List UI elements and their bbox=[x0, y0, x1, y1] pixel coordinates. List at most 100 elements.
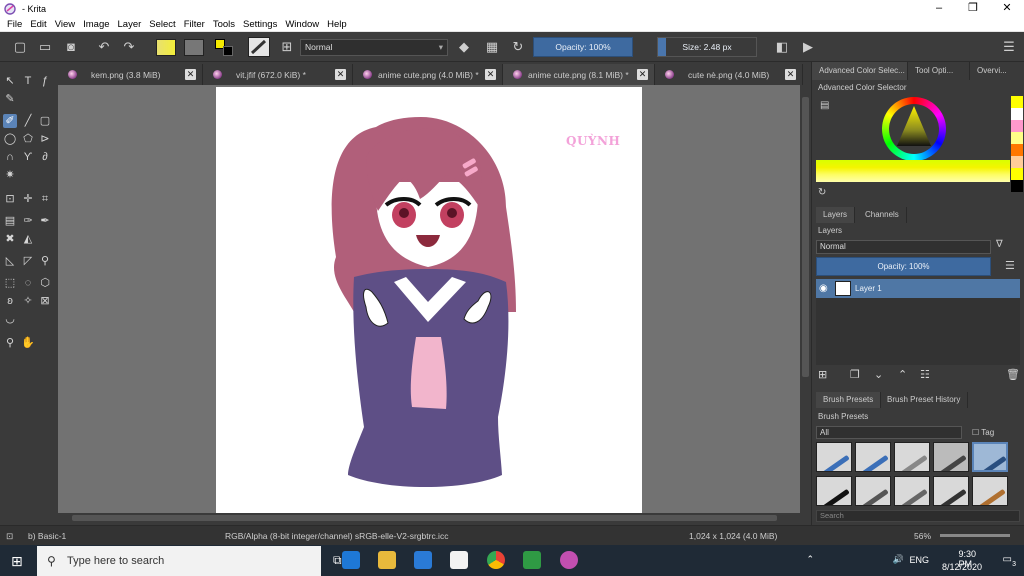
menu-file[interactable]: File bbox=[7, 19, 22, 30]
brush-search-input[interactable]: Search bbox=[816, 510, 1020, 522]
palette-swatch[interactable] bbox=[1011, 108, 1023, 120]
undo-icon[interactable]: ↶ bbox=[96, 39, 112, 55]
brush-settings-icon[interactable]: ⊞ bbox=[279, 39, 295, 55]
brush-preset-button[interactable] bbox=[248, 37, 270, 57]
layer-properties-icon[interactable]: ☷ bbox=[920, 368, 930, 381]
app-icon[interactable] bbox=[523, 551, 541, 569]
brush-preset[interactable] bbox=[933, 476, 969, 506]
layer-row[interactable]: ◉ Layer 1 bbox=[816, 279, 1020, 298]
bezier-selection-icon[interactable]: ◡ bbox=[3, 312, 17, 326]
color-picker-tool-icon[interactable]: ✑ bbox=[21, 214, 35, 228]
color-shade-strip[interactable] bbox=[816, 160, 1010, 182]
tag-button[interactable]: ☐ Tag bbox=[972, 428, 994, 437]
save-icon[interactable]: ◙ bbox=[63, 39, 79, 55]
multibrush-tool-icon[interactable]: ✷ bbox=[3, 168, 17, 182]
menu-help[interactable]: Help bbox=[327, 19, 347, 30]
current-brush[interactable]: b) Basic-1 bbox=[28, 531, 66, 541]
tab-brush-presets[interactable]: Brush Presets bbox=[816, 392, 882, 408]
freehand-brush-tool-icon[interactable]: ✐ bbox=[3, 114, 17, 128]
menu-edit[interactable]: Edit bbox=[30, 19, 46, 30]
open-folder-icon[interactable]: ▭ bbox=[37, 39, 53, 55]
mail-icon[interactable] bbox=[414, 551, 432, 569]
palette-swatch[interactable] bbox=[1011, 180, 1023, 192]
duplicate-layer-icon[interactable]: ❐ bbox=[850, 368, 860, 381]
gradient-tool-icon[interactable]: ▤ bbox=[3, 214, 17, 228]
smart-patch-tool-icon[interactable]: ✒ bbox=[38, 214, 52, 228]
polyline-tool-icon[interactable]: ⊳ bbox=[38, 132, 52, 146]
chrome-icon[interactable] bbox=[487, 551, 505, 569]
task-view-icon[interactable]: ⧉ bbox=[333, 553, 342, 568]
palette-swatch[interactable] bbox=[1011, 96, 1023, 108]
similar-color-selection-icon[interactable]: ⊠ bbox=[38, 294, 52, 308]
brush-preset[interactable] bbox=[972, 476, 1008, 506]
opacity-slider[interactable]: Opacity: 100% bbox=[533, 37, 633, 57]
menu-window[interactable]: Window bbox=[285, 19, 319, 30]
zoom-level[interactable]: 56% bbox=[914, 531, 931, 541]
minimize-button[interactable]: – bbox=[922, 0, 956, 17]
brush-preset[interactable] bbox=[972, 442, 1008, 472]
zoom-slider[interactable] bbox=[940, 534, 1010, 537]
palette-swatch[interactable] bbox=[1011, 144, 1023, 156]
contiguous-selection-icon[interactable]: ✧ bbox=[21, 294, 35, 308]
polygonal-selection-icon[interactable]: ⬡ bbox=[38, 276, 52, 290]
brush-preset[interactable] bbox=[894, 476, 930, 506]
palette-swatch[interactable] bbox=[1011, 168, 1023, 180]
tab-channels[interactable]: Channels bbox=[858, 207, 907, 223]
file-explorer-icon[interactable] bbox=[378, 551, 396, 569]
ellipse-tool-icon[interactable]: ◯ bbox=[3, 132, 17, 146]
polygon-tool-icon[interactable]: ⬠ bbox=[21, 132, 35, 146]
move-layer-down-icon[interactable]: ⌄ bbox=[874, 368, 883, 381]
taskbar-search-input[interactable]: ⚲ Type here to search bbox=[37, 546, 321, 576]
krita-taskbar-icon[interactable] bbox=[560, 551, 578, 569]
brush-preset[interactable] bbox=[894, 442, 930, 472]
rectangle-tool-icon[interactable]: ▢ bbox=[38, 114, 52, 128]
crop-tool-icon[interactable]: ⊡ bbox=[3, 192, 17, 206]
freehand-path-tool-icon[interactable]: ϒ bbox=[21, 150, 35, 164]
canvas-viewport[interactable]: QUỲNH bbox=[58, 85, 800, 513]
tab-advanced-color-selector[interactable]: Advanced Color Selec... bbox=[812, 62, 908, 80]
preserve-alpha-icon[interactable]: ▦ bbox=[484, 39, 500, 55]
assistant-tool-icon[interactable]: ◺ bbox=[3, 254, 17, 268]
menu-select[interactable]: Select bbox=[149, 19, 175, 30]
dynamic-brush-tool-icon[interactable]: ∂ bbox=[38, 150, 52, 164]
palette-swatch[interactable] bbox=[1011, 156, 1023, 168]
close-tab-icon[interactable]: ✕ bbox=[785, 69, 796, 80]
close-tab-icon[interactable]: ✕ bbox=[335, 69, 346, 80]
tab-anime-cute-2[interactable]: anime cute.png (8.1 MiB) * ✕ bbox=[503, 64, 655, 85]
reference-tool-icon[interactable]: ⚲ bbox=[38, 254, 52, 268]
mirror-horizontal-icon[interactable]: ◧ bbox=[774, 39, 790, 55]
line-tool-icon[interactable]: ╱ bbox=[21, 114, 35, 128]
close-tab-icon[interactable]: ✕ bbox=[185, 69, 196, 80]
palette-swatch[interactable] bbox=[1011, 120, 1023, 132]
tab-layers[interactable]: Layers bbox=[816, 207, 856, 223]
zoom-tool-icon[interactable]: ⚲ bbox=[3, 336, 17, 350]
add-layer-icon[interactable]: ⊞ bbox=[818, 368, 827, 381]
menu-image[interactable]: Image bbox=[83, 19, 109, 30]
layer-options-icon[interactable]: ☰ bbox=[1005, 259, 1015, 272]
transform-tool-icon[interactable]: ⌗ bbox=[38, 192, 52, 206]
edge-icon[interactable] bbox=[342, 551, 360, 569]
tab-kem[interactable]: kem.png (3.8 MiB) ✕ bbox=[58, 64, 203, 85]
select-shapes-tool-icon[interactable]: ↖ bbox=[3, 74, 17, 88]
scroll-thumb[interactable] bbox=[802, 97, 809, 377]
colorize-mask-tool-icon[interactable]: ✖ bbox=[3, 232, 17, 246]
brush-preset[interactable] bbox=[816, 442, 852, 472]
menu-layer[interactable]: Layer bbox=[118, 19, 142, 30]
menu-view[interactable]: View bbox=[55, 19, 75, 30]
language-indicator[interactable]: ENG bbox=[909, 555, 929, 565]
menu-filter[interactable]: Filter bbox=[184, 19, 205, 30]
maximize-button[interactable]: ❐ bbox=[956, 0, 990, 17]
menu-settings[interactable]: Settings bbox=[243, 19, 277, 30]
gradient-selector[interactable] bbox=[156, 39, 176, 56]
layer-blend-mode[interactable]: Normal bbox=[816, 240, 991, 254]
move-tool-icon[interactable]: ✛ bbox=[21, 192, 35, 206]
brush-preset[interactable] bbox=[933, 442, 969, 472]
notification-center-icon[interactable]: ▭ bbox=[1003, 554, 1012, 565]
tab-brush-preset-history[interactable]: Brush Preset History bbox=[880, 392, 969, 408]
new-document-icon[interactable]: ▢ bbox=[12, 39, 28, 55]
vertical-scrollbar[interactable] bbox=[800, 85, 811, 513]
brush-preset[interactable] bbox=[855, 442, 891, 472]
edit-shapes-tool-icon[interactable]: ✎ bbox=[3, 92, 17, 106]
foreground-background-color[interactable] bbox=[215, 39, 237, 57]
tab-overview[interactable]: Overvi... bbox=[970, 62, 1024, 80]
